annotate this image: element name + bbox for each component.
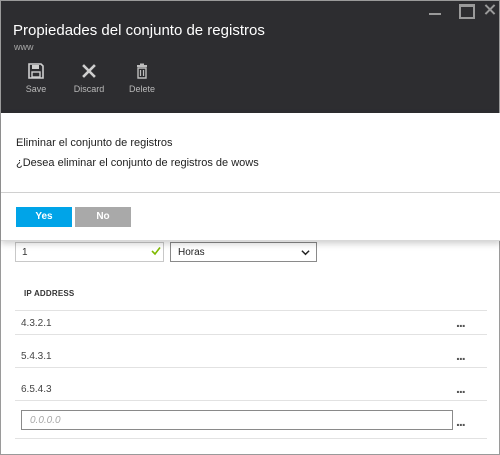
divider — [15, 438, 487, 439]
more-options-icon[interactable]: ... — [456, 380, 466, 396]
table-row: 4.3.2.1 ... — [15, 311, 487, 335]
table-row: 6.5.4.3 ... — [15, 377, 487, 401]
ttl-value: 1 — [22, 247, 28, 258]
record-set-blade: Propiedades del conjunto de registros ww… — [0, 0, 500, 455]
minimize-icon[interactable] — [427, 3, 445, 17]
delete-confirmation-dialog: Eliminar el conjunto de registros ¿Desea… — [1, 113, 500, 241]
blade-header: Propiedades del conjunto de registros ww… — [1, 1, 499, 113]
ip-address-value: 5.4.3.1 — [21, 351, 52, 362]
delete-label: Delete — [128, 84, 155, 94]
maximize-icon[interactable] — [457, 3, 475, 19]
chevron-down-icon — [301, 250, 310, 256]
dialog-title: Eliminar el conjunto de registros — [16, 137, 173, 149]
discard-button[interactable]: Discard — [64, 63, 114, 103]
divider — [1, 192, 500, 193]
more-options-icon[interactable]: ... — [456, 314, 466, 330]
save-icon — [28, 63, 44, 79]
save-label: Save — [25, 84, 47, 94]
more-options-icon[interactable]: ... — [456, 413, 466, 429]
ttl-input[interactable]: 1 — [15, 242, 164, 262]
dialog-message: ¿Desea eliminar el conjunto de registros… — [16, 157, 259, 169]
no-button[interactable]: No — [75, 207, 131, 227]
yes-button[interactable]: Yes — [16, 207, 72, 227]
blade-title: Propiedades del conjunto de registros — [13, 22, 265, 39]
ip-address-header: IP ADDRESS — [24, 289, 75, 298]
ip-address-value: 6.5.4.3 — [21, 384, 52, 395]
ttl-unit-select[interactable]: Horas — [170, 242, 317, 262]
ttl-unit-value: Horas — [178, 247, 205, 258]
more-options-icon[interactable]: ... — [456, 347, 466, 363]
save-button[interactable]: Save — [11, 63, 61, 103]
discard-label: Discard — [73, 84, 105, 94]
discard-icon — [82, 64, 96, 78]
trash-icon — [137, 63, 147, 79]
new-ip-address-input[interactable] — [21, 410, 453, 430]
ip-address-value: 4.3.2.1 — [21, 318, 52, 329]
table-row: 5.4.3.1 ... — [15, 344, 487, 368]
blade-subtitle: www — [14, 42, 34, 52]
checkmark-icon — [151, 247, 161, 256]
delete-button[interactable]: Delete — [117, 63, 167, 103]
close-icon[interactable] — [482, 1, 500, 17]
